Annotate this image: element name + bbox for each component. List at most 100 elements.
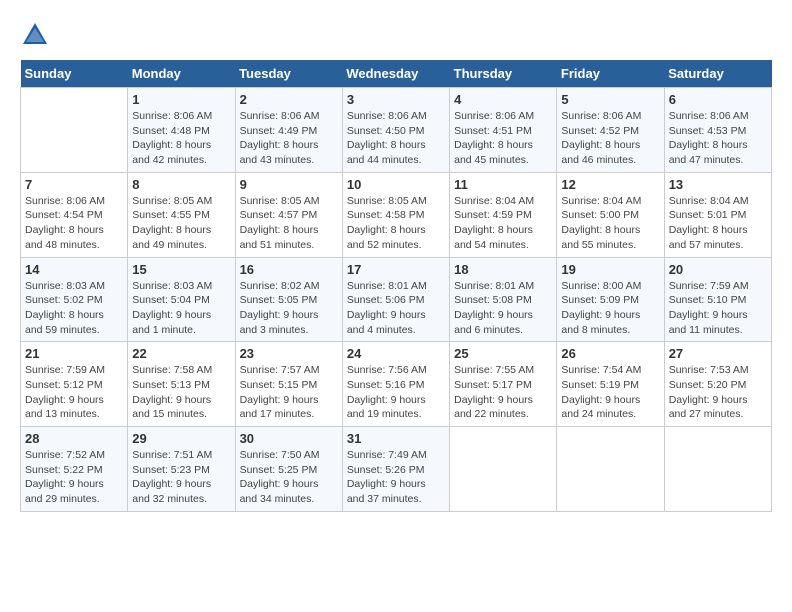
day-info: Sunrise: 8:06 AMSunset: 4:50 PMDaylight:… (347, 109, 445, 168)
day-number: 31 (347, 431, 445, 446)
calendar-cell: 15 Sunrise: 8:03 AMSunset: 5:04 PMDayligh… (128, 257, 235, 342)
day-number: 29 (132, 431, 230, 446)
calendar-cell: 19Sunrise: 8:00 AMSunset: 5:09 PMDayligh… (557, 257, 664, 342)
day-info: Sunrise: 8:05 AMSunset: 4:57 PMDaylight:… (240, 194, 338, 253)
logo-icon (20, 20, 50, 50)
day-info: Sunrise: 7:50 AMSunset: 5:25 PMDaylight:… (240, 448, 338, 507)
day-info: Sunrise: 7:49 AMSunset: 5:26 PMDaylight:… (347, 448, 445, 507)
day-number: 24 (347, 346, 445, 361)
calendar-cell: 5 Sunrise: 8:06 AMSunset: 4:52 PMDaylight… (557, 88, 664, 173)
day-info: Sunrise: 8:01 AMSunset: 5:06 PMDaylight:… (347, 279, 445, 338)
day-number: 3 (347, 92, 445, 107)
day-info: Sunrise: 7:53 AMSunset: 5:20 PMDaylight:… (669, 363, 767, 422)
day-info: Sunrise: 7:59 AMSunset: 5:12 PMDaylight:… (25, 363, 123, 422)
calendar-cell: 4 Sunrise: 8:06 AMSunset: 4:51 PMDaylight… (450, 88, 557, 173)
calendar-cell: 14Sunrise: 8:03 AMSunset: 5:02 PMDayligh… (21, 257, 128, 342)
calendar-cell: 8 Sunrise: 8:05 AMSunset: 4:55 PMDaylight… (128, 172, 235, 257)
day-number: 1 (132, 92, 230, 107)
day-number: 26 (561, 346, 659, 361)
calendar-cell: 21 Sunrise: 7:59 AMSunset: 5:12 PMDayligh… (21, 342, 128, 427)
day-info: Sunrise: 8:02 AMSunset: 5:05 PMDaylight:… (240, 279, 338, 338)
day-number: 20 (669, 262, 767, 277)
calendar-cell: 24 Sunrise: 7:56 AMSunset: 5:16 PMDayligh… (342, 342, 449, 427)
calendar-cell (21, 88, 128, 173)
calendar-cell: 13Sunrise: 8:04 AMSunset: 5:01 PMDayligh… (664, 172, 771, 257)
day-number: 10 (347, 177, 445, 192)
calendar-week-row: 28Sunrise: 7:52 AMSunset: 5:22 PMDayligh… (21, 427, 772, 512)
day-info: Sunrise: 7:51 AMSunset: 5:23 PMDaylight:… (132, 448, 230, 507)
day-number: 21 (25, 346, 123, 361)
day-info: Sunrise: 8:04 AMSunset: 4:59 PMDaylight:… (454, 194, 552, 253)
day-info: Sunrise: 8:06 AMSunset: 4:54 PMDaylight:… (25, 194, 123, 253)
calendar-cell: 20 Sunrise: 7:59 AMSunset: 5:10 PMDayligh… (664, 257, 771, 342)
day-info: Sunrise: 8:05 AMSunset: 4:55 PMDaylight:… (132, 194, 230, 253)
day-number: 25 (454, 346, 552, 361)
calendar-cell: 9 Sunrise: 8:05 AMSunset: 4:57 PMDaylight… (235, 172, 342, 257)
calendar-cell (450, 427, 557, 512)
day-info: Sunrise: 8:05 AMSunset: 4:58 PMDaylight:… (347, 194, 445, 253)
calendar-cell: 23 Sunrise: 7:57 AMSunset: 5:15 PMDayligh… (235, 342, 342, 427)
day-info: Sunrise: 7:58 AMSunset: 5:13 PMDaylight:… (132, 363, 230, 422)
calendar-cell: 26 Sunrise: 7:54 AMSunset: 5:19 PMDayligh… (557, 342, 664, 427)
day-number: 14 (25, 262, 123, 277)
calendar-cell: 3 Sunrise: 8:06 AMSunset: 4:50 PMDaylight… (342, 88, 449, 173)
calendar-table: SundayMondayTuesdayWednesdayThursdayFrid… (20, 60, 772, 512)
day-number: 5 (561, 92, 659, 107)
day-info: Sunrise: 8:06 AMSunset: 4:51 PMDaylight:… (454, 109, 552, 168)
page-header (20, 20, 772, 50)
day-info: Sunrise: 8:06 AMSunset: 4:53 PMDaylight:… (669, 109, 767, 168)
day-of-week-header: Saturday (664, 60, 771, 88)
calendar-cell: 1Sunrise: 8:06 AMSunset: 4:48 PMDaylight… (128, 88, 235, 173)
day-info: Sunrise: 8:06 AMSunset: 4:49 PMDaylight:… (240, 109, 338, 168)
day-number: 27 (669, 346, 767, 361)
day-number: 23 (240, 346, 338, 361)
calendar-cell: 12Sunrise: 8:04 AMSunset: 5:00 PMDayligh… (557, 172, 664, 257)
calendar-cell: 2Sunrise: 8:06 AMSunset: 4:49 PMDaylight… (235, 88, 342, 173)
calendar-cell: 31 Sunrise: 7:49 AMSunset: 5:26 PMDayligh… (342, 427, 449, 512)
calendar-cell: 18 Sunrise: 8:01 AMSunset: 5:08 PMDayligh… (450, 257, 557, 342)
calendar-cell (557, 427, 664, 512)
day-number: 9 (240, 177, 338, 192)
calendar-week-row: 1Sunrise: 8:06 AMSunset: 4:48 PMDaylight… (21, 88, 772, 173)
day-of-week-header: Thursday (450, 60, 557, 88)
day-info: Sunrise: 7:52 AMSunset: 5:22 PMDaylight:… (25, 448, 123, 507)
calendar-cell (664, 427, 771, 512)
day-info: Sunrise: 8:00 AMSunset: 5:09 PMDaylight:… (561, 279, 659, 338)
calendar-cell: 16Sunrise: 8:02 AMSunset: 5:05 PMDayligh… (235, 257, 342, 342)
calendar-cell: 25 Sunrise: 7:55 AMSunset: 5:17 PMDayligh… (450, 342, 557, 427)
calendar-cell: 27 Sunrise: 7:53 AMSunset: 5:20 PMDayligh… (664, 342, 771, 427)
day-number: 8 (132, 177, 230, 192)
day-info: Sunrise: 8:06 AMSunset: 4:52 PMDaylight:… (561, 109, 659, 168)
day-number: 7 (25, 177, 123, 192)
day-number: 4 (454, 92, 552, 107)
day-number: 15 (132, 262, 230, 277)
day-info: Sunrise: 7:54 AMSunset: 5:19 PMDaylight:… (561, 363, 659, 422)
day-number: 11 (454, 177, 552, 192)
calendar-header-row: SundayMondayTuesdayWednesdayThursdayFrid… (21, 60, 772, 88)
calendar-cell: 17 Sunrise: 8:01 AMSunset: 5:06 PMDayligh… (342, 257, 449, 342)
calendar-cell: 22 Sunrise: 7:58 AMSunset: 5:13 PMDayligh… (128, 342, 235, 427)
day-of-week-header: Friday (557, 60, 664, 88)
day-info: Sunrise: 7:56 AMSunset: 5:16 PMDaylight:… (347, 363, 445, 422)
day-number: 18 (454, 262, 552, 277)
day-info: Sunrise: 8:03 AMSunset: 5:04 PMDaylight:… (132, 279, 230, 338)
day-info: Sunrise: 7:59 AMSunset: 5:10 PMDaylight:… (669, 279, 767, 338)
calendar-cell: 6 Sunrise: 8:06 AMSunset: 4:53 PMDaylight… (664, 88, 771, 173)
day-number: 30 (240, 431, 338, 446)
day-of-week-header: Monday (128, 60, 235, 88)
calendar-cell: 11 Sunrise: 8:04 AMSunset: 4:59 PMDayligh… (450, 172, 557, 257)
calendar-week-row: 14Sunrise: 8:03 AMSunset: 5:02 PMDayligh… (21, 257, 772, 342)
day-number: 22 (132, 346, 230, 361)
day-number: 6 (669, 92, 767, 107)
day-info: Sunrise: 8:01 AMSunset: 5:08 PMDaylight:… (454, 279, 552, 338)
calendar-cell: 10 Sunrise: 8:05 AMSunset: 4:58 PMDayligh… (342, 172, 449, 257)
day-info: Sunrise: 7:57 AMSunset: 5:15 PMDaylight:… (240, 363, 338, 422)
day-info: Sunrise: 7:55 AMSunset: 5:17 PMDaylight:… (454, 363, 552, 422)
calendar-week-row: 7 Sunrise: 8:06 AMSunset: 4:54 PMDaylight… (21, 172, 772, 257)
day-of-week-header: Tuesday (235, 60, 342, 88)
calendar-cell: 30 Sunrise: 7:50 AMSunset: 5:25 PMDayligh… (235, 427, 342, 512)
logo (20, 20, 54, 50)
calendar-week-row: 21 Sunrise: 7:59 AMSunset: 5:12 PMDayligh… (21, 342, 772, 427)
day-number: 17 (347, 262, 445, 277)
calendar-cell: 28Sunrise: 7:52 AMSunset: 5:22 PMDayligh… (21, 427, 128, 512)
